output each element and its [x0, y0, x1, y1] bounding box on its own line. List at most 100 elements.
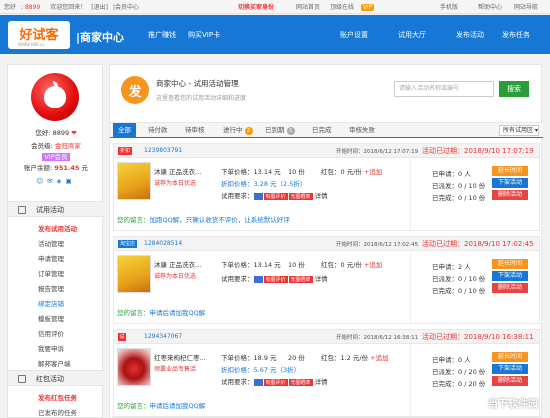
order-id[interactable]: 1239803791 — [144, 147, 182, 154]
logo[interactable]: 好试客 WWW.HSK.cc — [8, 21, 70, 49]
product-name[interactable]: 沐康 正品洗衣... — [154, 166, 201, 176]
stat-applied: 已申请：0 人 — [432, 170, 471, 178]
order-redpack: 红包：1.2 元/份 +追加 — [321, 354, 389, 362]
order-price: 下单价格：13.14 元 — [221, 168, 281, 176]
delete-button[interactable]: 删除活动 — [492, 283, 528, 293]
logout-link[interactable]: [退出] — [91, 2, 108, 11]
order-qty: 10 份 — [288, 168, 305, 176]
sidebar-item-bind-shop[interactable]: 绑定店铺 — [38, 298, 64, 308]
extend-time-button[interactable]: 延长时间 — [492, 352, 528, 362]
nav-publish-task[interactable]: 发布任务 — [502, 30, 530, 40]
tab-all[interactable]: 全部 — [113, 123, 136, 138]
sidebar-section-trial[interactable]: 试用活动 — [8, 201, 104, 217]
divider — [410, 251, 411, 324]
takedown-button[interactable]: 下架活动 — [492, 364, 528, 374]
product-thumbnail[interactable] — [117, 162, 151, 200]
tab-completed[interactable]: 已完成 — [307, 123, 337, 138]
tab-pending-review[interactable]: 待审核 — [180, 123, 210, 138]
avatar[interactable] — [31, 73, 79, 121]
search-input[interactable]: 请输入活动名称或编号 — [394, 81, 494, 97]
order-type-badge: 折扣 — [118, 147, 133, 155]
detail-link[interactable]: 详情 — [315, 275, 328, 283]
product-tag: 倾囊业品专售活 — [154, 366, 197, 373]
sidebar-item-appeal[interactable]: 我要申诉 — [38, 343, 64, 353]
tab-expired[interactable]: 已到期 3 — [260, 123, 300, 138]
zone-filter-select[interactable]: 所有试用区 ▾ — [499, 125, 539, 136]
order-type-badge: 试 — [118, 333, 126, 341]
profile-balance: 账户余额: 951.45 元 — [24, 164, 88, 172]
help-link[interactable]: 帮助中心 — [478, 2, 502, 11]
order-expired: 活动已过期：2018/9/10 17:07:19 — [422, 147, 534, 155]
nav-buy-vip[interactable]: 购买VIP卡 — [188, 30, 220, 40]
add-redpack-link[interactable]: +追加 — [364, 168, 382, 176]
takedown-button[interactable]: 下架活动 — [492, 178, 528, 188]
order-start-time: 开始时间：2018/6/12 17:07:19 — [336, 149, 419, 155]
vip-link[interactable]: 顶级在线 VIP — [330, 2, 379, 11]
switch-buyer-link[interactable]: 切换买家身份 — [238, 2, 274, 11]
sidebar-section-redpack[interactable]: 红包活动 — [8, 370, 104, 386]
top-bar: 您好: 8899 欢迎您回来！ [退出] |会员中心 切换买家身份 网站首页 顶… — [0, 0, 550, 14]
watermark: 当下软件园 — [488, 399, 538, 410]
stat-dispatched: 已派发：0 / 10 份 — [432, 182, 486, 190]
requirement-icon — [253, 378, 263, 386]
order-header: 折扣 1239803791 开始时间：2018/6/12 17:07:19 活动… — [114, 144, 539, 158]
sidebar-item-published-tasks[interactable]: 已发布的任务 — [38, 407, 77, 417]
sidebar-item-activity-manage[interactable]: 活动管理 — [38, 238, 64, 248]
home-link[interactable]: 网站首页 — [296, 2, 320, 11]
sidebar-item-credit[interactable]: 信用评价 — [38, 328, 64, 338]
detail-link[interactable]: 详情 — [315, 192, 328, 200]
trial-icon — [18, 206, 26, 214]
welcome-text: 欢迎您回来！ — [50, 4, 87, 11]
greeting: 您好: 8899 — [4, 4, 41, 11]
search-button[interactable]: 搜索 — [499, 81, 529, 97]
stat-dispatched: 已派发：0 / 10 份 — [432, 275, 486, 283]
order-discount: 折扣价格：5.67 元（3折） — [221, 366, 301, 374]
sidebar-item-order-manage[interactable]: 订单管理 — [38, 268, 64, 278]
publish-icon: 发 — [121, 76, 149, 104]
order-requirements: 试用要求： 有图评价 无图晒单 详情 — [221, 378, 328, 386]
order-redpack: 红包：0 元/份 +追加 — [321, 168, 383, 176]
sidebar-item-report-manage[interactable]: 报告管理 — [38, 283, 64, 293]
stat-applied: 已申请：0 人 — [432, 356, 471, 364]
tab-in-progress[interactable]: 进行中 2 — [218, 123, 258, 138]
order-note: 您的留言：申请后请加我QQ解 — [117, 402, 206, 410]
nav-promote[interactable]: 推广赚钱 — [148, 30, 176, 40]
nav-account-settings[interactable]: 账户设置 — [340, 30, 368, 40]
in-progress-count: 2 — [244, 127, 253, 135]
member-center-link[interactable]: |会员中心 — [113, 2, 139, 11]
delete-button[interactable]: 删除活动 — [492, 190, 528, 200]
page-title: 商家中心 - 试用活动管理 — [156, 79, 239, 88]
nav-trial-hall[interactable]: 试用大厅 — [398, 30, 426, 40]
delete-button[interactable]: 删除活动 — [492, 376, 528, 386]
product-thumbnail[interactable] — [117, 255, 151, 293]
sidebar-item-apply-manage[interactable]: 申请管理 — [38, 253, 64, 263]
tab-pending-payment[interactable]: 待付款 — [143, 123, 173, 138]
order-id[interactable]: 1284028514 — [144, 240, 182, 247]
sidebar-item-unbind[interactable]: 解邦客户端 — [38, 358, 71, 368]
navigation-link[interactable]: 网站导航 — [514, 2, 538, 11]
sidebar-item-publish-redpack[interactable]: 发布红包任务 — [38, 392, 77, 402]
expired-count: 3 — [286, 127, 295, 135]
add-redpack-link[interactable]: +追加 — [364, 261, 382, 269]
product-thumbnail[interactable] — [117, 348, 151, 386]
product-name[interactable]: 沐康 正品洗衣... — [154, 259, 201, 269]
order-id[interactable]: 1294347067 — [144, 333, 182, 340]
account-icons[interactable]: ☺✉◈▣ — [8, 177, 104, 185]
detail-link[interactable]: 详情 — [315, 378, 328, 386]
extend-time-button[interactable]: 延长时间 — [492, 166, 528, 176]
takedown-button[interactable]: 下架活动 — [492, 271, 528, 281]
tab-review-failed[interactable]: 审核失败 — [344, 123, 380, 138]
header: 好试客 WWW.HSK.cc |商家中心 推广赚钱 购买VIP卡 账户设置 试用大… — [0, 15, 550, 54]
vip-badge: VIP — [360, 4, 375, 11]
extend-time-button[interactable]: 延长时间 — [492, 259, 528, 269]
product-name[interactable]: 红枣来枸杞仁枣... — [154, 352, 206, 362]
stat-completed: 已完成：0 / 10 份 — [432, 194, 486, 202]
phone-link[interactable]: 手机版 — [440, 2, 458, 11]
add-redpack-link[interactable]: +追加 — [370, 354, 388, 362]
sidebar-item-template[interactable]: 模板管理 — [38, 313, 64, 323]
sidebar-item-publish-trial[interactable]: 发布试用活动 — [38, 223, 77, 233]
nav-publish-activity[interactable]: 发布活动 — [456, 30, 484, 40]
logo-subtitle: |商家中心 — [76, 31, 125, 44]
product-tag: 诚荐为本日优选 — [154, 180, 197, 187]
product-tag: 诚荐为本日优选 — [154, 273, 197, 280]
